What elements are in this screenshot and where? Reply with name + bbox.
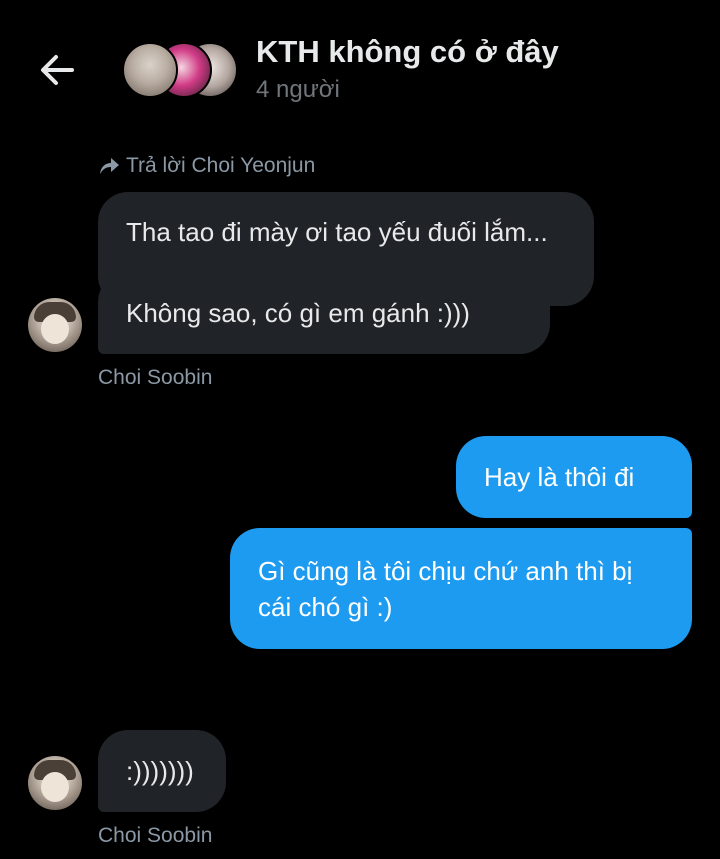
conversation-header: KTH không có ở đây 4 người — [0, 0, 720, 130]
sender-name: Choi Soobin — [98, 824, 213, 847]
message-text: Không sao, có gì em gánh :))) — [126, 298, 470, 328]
sender-avatar[interactable] — [28, 756, 82, 810]
sender-avatar[interactable] — [28, 298, 82, 352]
message-text: Hay là thôi đi — [484, 462, 635, 492]
message-bubble-outgoing[interactable]: Hay là thôi đi — [456, 436, 692, 518]
message-text: Gì cũng là tôi chịu chứ anh thì bị cái c… — [258, 556, 633, 622]
group-member-avatar — [122, 42, 178, 98]
reply-indicator: Trả lời Choi Yeonjun — [98, 154, 315, 178]
message-text: Tha tao đi mày ơi tao yếu đuối lắm... — [126, 217, 548, 247]
conversation-title[interactable]: KTH không có ở đây — [256, 34, 559, 70]
reply-label: Trả lời Choi Yeonjun — [126, 154, 316, 177]
group-avatar-stack[interactable] — [122, 42, 238, 98]
back-button[interactable] — [38, 52, 76, 88]
reply-arrow-icon — [100, 158, 119, 174]
message-text: :))))))) — [126, 756, 194, 786]
message-bubble-outgoing[interactable]: Gì cũng là tôi chịu chứ anh thì bị cái c… — [230, 528, 692, 649]
message-bubble-incoming[interactable]: :))))))) — [98, 730, 226, 812]
arrow-left-icon — [41, 55, 74, 85]
sender-name: Choi Soobin — [98, 366, 213, 389]
message-bubble-incoming[interactable]: Không sao, có gì em gánh :))) — [98, 272, 550, 354]
member-count: 4 người — [256, 76, 340, 103]
